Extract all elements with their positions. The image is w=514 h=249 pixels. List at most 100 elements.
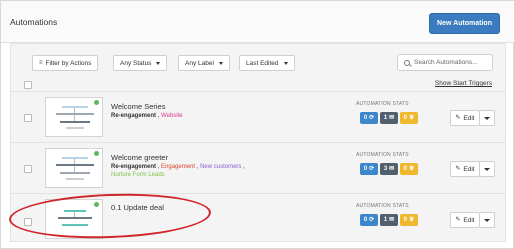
workflow-preview-step — [62, 157, 88, 159]
emails-stat[interactable]: 1 ✉ — [380, 214, 398, 226]
label-tag[interactable]: Re-engagement — [111, 113, 156, 119]
workflow-preview-step — [56, 164, 94, 166]
contacts-stat[interactable]: 0 ⟳ — [360, 214, 378, 226]
workflow-preview-step — [62, 224, 88, 226]
page-title: Automations — [10, 17, 58, 27]
trophy-icon: ♕ — [408, 115, 415, 121]
chevron-down-icon — [484, 116, 490, 120]
trophy-icon: ♕ — [408, 217, 415, 223]
automation-thumbnail[interactable] — [45, 97, 103, 137]
list-header: Show Start Triggers — [11, 78, 505, 91]
label-dropdown[interactable]: Any Label — [178, 55, 230, 71]
pencil-icon: ✎ — [455, 217, 461, 223]
goals-stat[interactable]: 0 ♕ — [400, 214, 418, 226]
sort-dropdown-label: Last Edited — [246, 59, 279, 67]
edit-button[interactable]: ✎ Edit — [450, 110, 480, 126]
new-automation-button[interactable]: New Automation — [429, 13, 500, 34]
goals-stat[interactable]: 0 ♕ — [400, 163, 418, 175]
envelope-icon: ✉ — [389, 217, 395, 223]
pencil-icon: ✎ — [455, 166, 461, 172]
row-checkbox[interactable] — [24, 165, 32, 173]
active-status-dot — [94, 202, 99, 207]
emails-stat[interactable]: 1 ✉ — [380, 112, 398, 124]
edit-button[interactable]: ✎ Edit — [450, 161, 480, 177]
contacts-count: 0 — [363, 217, 368, 223]
filter-icon: ≡ — [39, 60, 43, 66]
automation-stats-label: AUTOMATION STATS — [356, 152, 409, 158]
pencil-icon: ✎ — [455, 115, 461, 121]
automation-name[interactable]: Welcome greeter — [111, 153, 168, 162]
workflow-preview-step — [58, 217, 92, 219]
show-start-triggers-link[interactable]: Show Start Triggers — [435, 80, 492, 87]
row-actions-dropdown[interactable] — [479, 212, 495, 228]
workflow-preview-step — [66, 178, 84, 180]
automation-thumbnail[interactable] — [45, 199, 103, 239]
contacts-icon: ⟳ — [369, 166, 375, 172]
label-dropdown-label: Any Label — [185, 59, 214, 67]
automations-panel: ≡ Filter by Actions Any Status Any Label… — [10, 43, 506, 242]
label-tag[interactable]: Engagement — [161, 164, 195, 170]
filter-by-actions-button[interactable]: ≡ Filter by Actions — [32, 55, 99, 71]
chevron-down-icon — [484, 167, 490, 171]
chevron-down-icon — [484, 218, 490, 222]
sort-dropdown[interactable]: Last Edited — [239, 55, 295, 71]
workflow-preview-step — [64, 210, 86, 212]
label-tag[interactable]: Nurture Form Leads — [111, 172, 165, 178]
emails-count: 1 — [383, 115, 388, 121]
search-input[interactable] — [414, 59, 492, 66]
row-actions-dropdown[interactable] — [479, 110, 495, 126]
contacts-stat[interactable]: 0 ⟳ — [360, 112, 378, 124]
workflow-preview-step — [62, 106, 88, 108]
automation-thumbnail[interactable] — [45, 148, 103, 188]
page-header: Automations New Automation — [1, 1, 514, 43]
trophy-icon: ♕ — [408, 166, 415, 172]
row-actions-dropdown[interactable] — [479, 161, 495, 177]
goals-count: 0 — [403, 166, 407, 172]
emails-count: 1 — [383, 217, 388, 223]
workflow-preview-step — [56, 113, 94, 115]
contacts-count: 0 — [363, 115, 368, 121]
label-tag[interactable]: Website — [161, 113, 183, 119]
label-tag[interactable]: Re-engagement — [111, 164, 156, 170]
goals-count: 0 — [403, 115, 407, 121]
contacts-icon: ⟳ — [369, 217, 375, 223]
edit-label: Edit — [463, 114, 475, 122]
workflow-preview-step — [60, 172, 90, 174]
workflow-preview-step — [60, 121, 90, 123]
edit-label: Edit — [463, 165, 475, 173]
active-status-dot — [94, 151, 99, 156]
emails-count: 3 — [383, 166, 388, 172]
contacts-stat[interactable]: 0 ⟳ — [360, 163, 378, 175]
edit-button[interactable]: ✎ Edit — [450, 212, 480, 228]
automation-row[interactable]: Welcome Series Re-engagement , Website A… — [11, 91, 505, 138]
contacts-count: 0 — [363, 166, 368, 172]
automation-stats-label: AUTOMATION STATS — [356, 101, 409, 107]
goals-stat[interactable]: 0 ♕ — [400, 112, 418, 124]
filter-by-actions-label: Filter by Actions — [45, 59, 92, 67]
chevron-down-icon — [218, 61, 223, 65]
automation-labels: Re-engagement , Engagement , New custome… — [111, 163, 261, 179]
automation-row[interactable]: 0.1 Update deal AUTOMATION STATS 0 ⟳ 1 ✉… — [11, 193, 505, 243]
automations-window: Automations New Automation ≡ Filter by A… — [0, 0, 514, 249]
contacts-icon: ⟳ — [369, 115, 375, 121]
chevron-down-icon — [283, 61, 288, 65]
status-dropdown[interactable]: Any Status — [113, 55, 168, 71]
goals-count: 0 — [403, 217, 407, 223]
search-icon — [404, 59, 410, 66]
edit-label: Edit — [463, 216, 475, 224]
search-box[interactable] — [397, 54, 493, 71]
row-checkbox[interactable] — [24, 114, 32, 122]
envelope-icon: ✉ — [389, 166, 395, 172]
automation-row[interactable]: Welcome greeter Re-engagement , Engageme… — [11, 142, 505, 189]
label-separator: , — [241, 164, 245, 170]
emails-stat[interactable]: 3 ✉ — [380, 163, 398, 175]
row-checkbox[interactable] — [24, 218, 32, 226]
workflow-preview-step — [66, 127, 84, 129]
automation-name[interactable]: 0.1 Update deal — [111, 203, 164, 212]
label-tag[interactable]: New customers — [200, 164, 241, 170]
automation-name[interactable]: Welcome Series — [111, 102, 165, 111]
chevron-down-icon — [156, 61, 161, 65]
select-all-checkbox[interactable] — [24, 81, 32, 89]
automation-labels: Re-engagement , Website — [111, 112, 261, 120]
filter-bar: ≡ Filter by Actions Any Status Any Label… — [11, 44, 505, 78]
